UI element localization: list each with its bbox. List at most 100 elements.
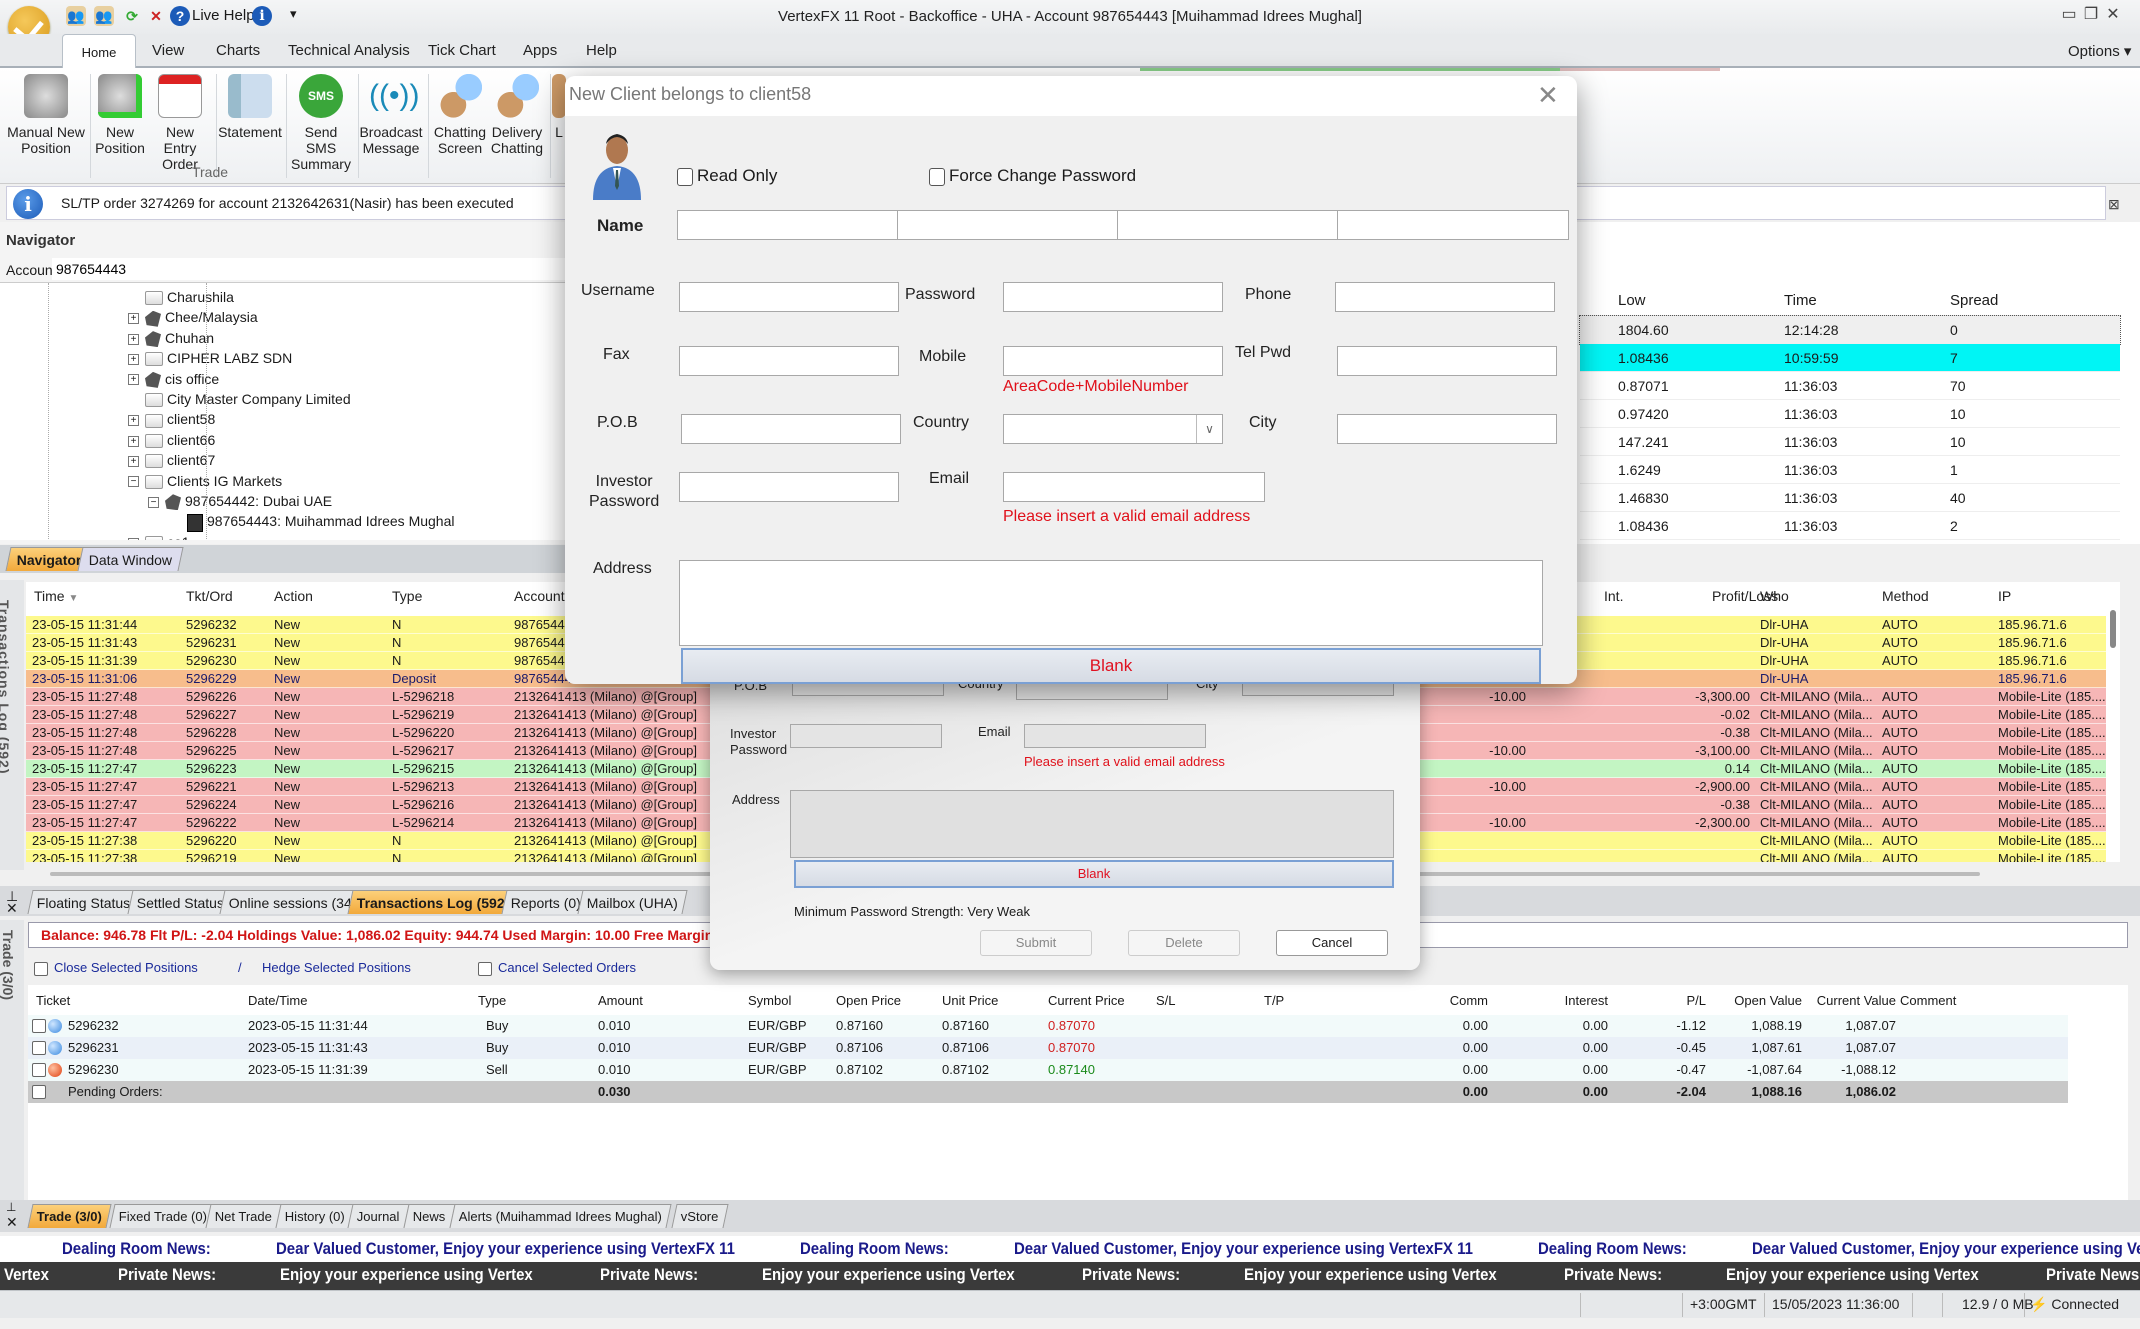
minimize-icon[interactable]: ▭: [2058, 4, 2080, 24]
tree-node[interactable]: Charushila: [128, 287, 234, 307]
market-watch-row[interactable]: 1.08436 11:36:03 2: [1580, 512, 2120, 540]
column-header-low[interactable]: Low: [1618, 292, 1646, 309]
username-field[interactable]: [679, 282, 899, 312]
column-header-account[interactable]: Account: [514, 588, 565, 604]
checkbox[interactable]: [478, 961, 492, 976]
column-header-p-l[interactable]: P/L: [1628, 993, 1706, 1008]
country-select[interactable]: ∨: [1003, 414, 1223, 444]
tab-news[interactable]: News: [403, 1204, 456, 1228]
add-users-icon[interactable]: 👥: [66, 6, 86, 26]
row-checkbox[interactable]: [32, 1019, 46, 1033]
tab-alerts-muihammad-idrees-mughal[interactable]: Alerts (Muihammad Idrees Mughal): [449, 1204, 672, 1228]
row-checkbox[interactable]: [32, 1063, 46, 1077]
close-panel-icon[interactable]: ✕: [6, 1214, 18, 1231]
close-window-icon[interactable]: ✕: [2102, 4, 2124, 24]
email-field[interactable]: [1003, 472, 1265, 502]
tab-view[interactable]: View: [152, 42, 184, 59]
tree-node[interactable]: + CIPHER LABZ SDN: [128, 348, 292, 368]
column-header-current-price[interactable]: Current Price: [1048, 993, 1125, 1008]
info-icon[interactable]: i: [252, 6, 272, 26]
city-field[interactable]: [1337, 414, 1557, 444]
tree-node[interactable]: + client66: [128, 430, 215, 450]
remove-users-icon[interactable]: 👥: [94, 6, 114, 26]
column-header-s-l[interactable]: S/L: [1156, 993, 1176, 1008]
market-watch-row[interactable]: 0.97420 11:36:03 10: [1580, 400, 2120, 428]
tab-net-trade[interactable]: Net Trade: [205, 1204, 282, 1228]
column-header-unit-price[interactable]: Unit Price: [942, 993, 998, 1008]
options-menu[interactable]: Options ▾: [2068, 42, 2131, 60]
column-header-ticket[interactable]: Ticket: [36, 993, 70, 1008]
email-field[interactable]: [1024, 724, 1206, 748]
market-watch-row[interactable]: 147.241 11:36:03 10: [1580, 428, 2120, 456]
read-only-checkbox[interactable]: Read Only: [677, 166, 777, 186]
market-watch-row[interactable]: 1.46830 11:36:03 40: [1580, 484, 2120, 512]
column-header-spread[interactable]: Spread: [1950, 292, 1998, 309]
column-header-who[interactable]: Who: [1760, 588, 1789, 604]
column-header-open-value[interactable]: Open Value: [1718, 993, 1802, 1008]
cancel-selected-orders[interactable]: Cancel Selected Orders: [478, 960, 636, 976]
chevron-down-icon[interactable]: ∨: [1196, 415, 1222, 443]
expand-icon[interactable]: +: [128, 435, 139, 447]
vertical-scrollbar[interactable]: [2110, 610, 2116, 648]
expand-icon[interactable]: +: [128, 415, 139, 427]
expand-icon[interactable]: +: [128, 374, 139, 386]
column-header-interest[interactable]: Interest: [1508, 993, 1608, 1008]
name-last-field[interactable]: [1117, 210, 1339, 240]
password-field[interactable]: [1003, 282, 1223, 312]
column-header-symbol[interactable]: Symbol: [748, 993, 791, 1008]
tab-home[interactable]: Home: [62, 34, 136, 70]
address-field[interactable]: [790, 790, 1394, 858]
tree-node[interactable]: City Master Company Limited: [128, 389, 351, 409]
cancel-button[interactable]: Cancel: [1276, 930, 1388, 956]
market-watch-row[interactable]: 1.6249 11:36:03 1: [1580, 456, 2120, 484]
tab-fixed-trade-0[interactable]: Fixed Trade (0): [109, 1204, 217, 1228]
investor-password-field[interactable]: [790, 724, 942, 748]
tab-journal[interactable]: Journal: [347, 1204, 410, 1228]
tab-history-0[interactable]: History (0): [275, 1204, 355, 1228]
help-icon[interactable]: ?: [170, 6, 190, 26]
delivery-chatting-button[interactable]: Delivery Chatting: [488, 74, 546, 156]
trade-row[interactable]: 5296231 2023-05-15 11:31:43 Buy 0.010 EUR/GB…: [28, 1037, 2068, 1059]
expand-icon[interactable]: +: [128, 353, 139, 365]
column-header-current-value[interactable]: Current Value: [1812, 993, 1896, 1008]
live-help-link[interactable]: Live Help: [192, 7, 255, 24]
column-header-time[interactable]: Time ▼: [34, 588, 78, 604]
name-suffix-field[interactable]: [1337, 210, 1569, 240]
pin-icon[interactable]: ⊥: [6, 1200, 16, 1214]
investor-password-field[interactable]: [679, 472, 899, 502]
broadcast-message-button[interactable]: ((•)) Broadcast Message: [358, 74, 424, 156]
column-header-int[interactable]: Int.: [1604, 588, 1623, 604]
tab-technical-analysis[interactable]: Technical Analysis: [288, 42, 410, 59]
statement-button[interactable]: Statement: [218, 74, 282, 140]
blank-button[interactable]: Blank: [681, 648, 1541, 684]
tree-node[interactable]: + co1: [128, 532, 190, 540]
send-sms-summary-button[interactable]: SMS Send SMS Summary: [288, 74, 354, 172]
column-header-t-p[interactable]: T/P: [1264, 993, 1284, 1008]
collapse-icon[interactable]: −: [128, 476, 139, 488]
tab-mailbox-uha[interactable]: Mailbox (UHA): [577, 890, 688, 914]
column-header-open-price[interactable]: Open Price: [836, 993, 901, 1008]
column-header-tkt-ord[interactable]: Tkt/Ord: [186, 588, 233, 604]
expand-icon[interactable]: +: [128, 313, 139, 325]
checkbox[interactable]: [677, 167, 693, 186]
name-first-field[interactable]: [677, 210, 899, 240]
phone-field[interactable]: [1335, 282, 1555, 312]
tab-trade-3-0[interactable]: Trade (3/0): [27, 1204, 112, 1228]
chatting-screen-button[interactable]: Chatting Screen: [432, 74, 488, 156]
force-change-password-checkbox[interactable]: Force Change Password: [929, 166, 1136, 186]
row-checkbox[interactable]: [32, 1041, 46, 1055]
trade-row[interactable]: 5296232 2023-05-15 11:31:44 Buy 0.010 EUR/GB…: [28, 1015, 2068, 1037]
column-header-amount[interactable]: Amount: [598, 993, 643, 1008]
column-header-date-time[interactable]: Date/Time: [248, 993, 307, 1008]
submit-button[interactable]: Submit: [980, 930, 1092, 956]
mobile-field[interactable]: [1003, 346, 1223, 376]
name-middle-field[interactable]: [897, 210, 1119, 240]
tab-apps[interactable]: Apps: [523, 42, 557, 59]
tab-settled-status[interactable]: Settled Status: [127, 890, 234, 914]
tree-node[interactable]: + Chee/Malaysia: [128, 307, 258, 327]
column-header-comment[interactable]: Comment: [1900, 993, 1956, 1008]
checkbox[interactable]: [929, 167, 945, 186]
tools-icon[interactable]: ✕: [146, 6, 166, 26]
pob-field[interactable]: [681, 414, 901, 444]
column-header-type[interactable]: Type: [478, 993, 506, 1008]
